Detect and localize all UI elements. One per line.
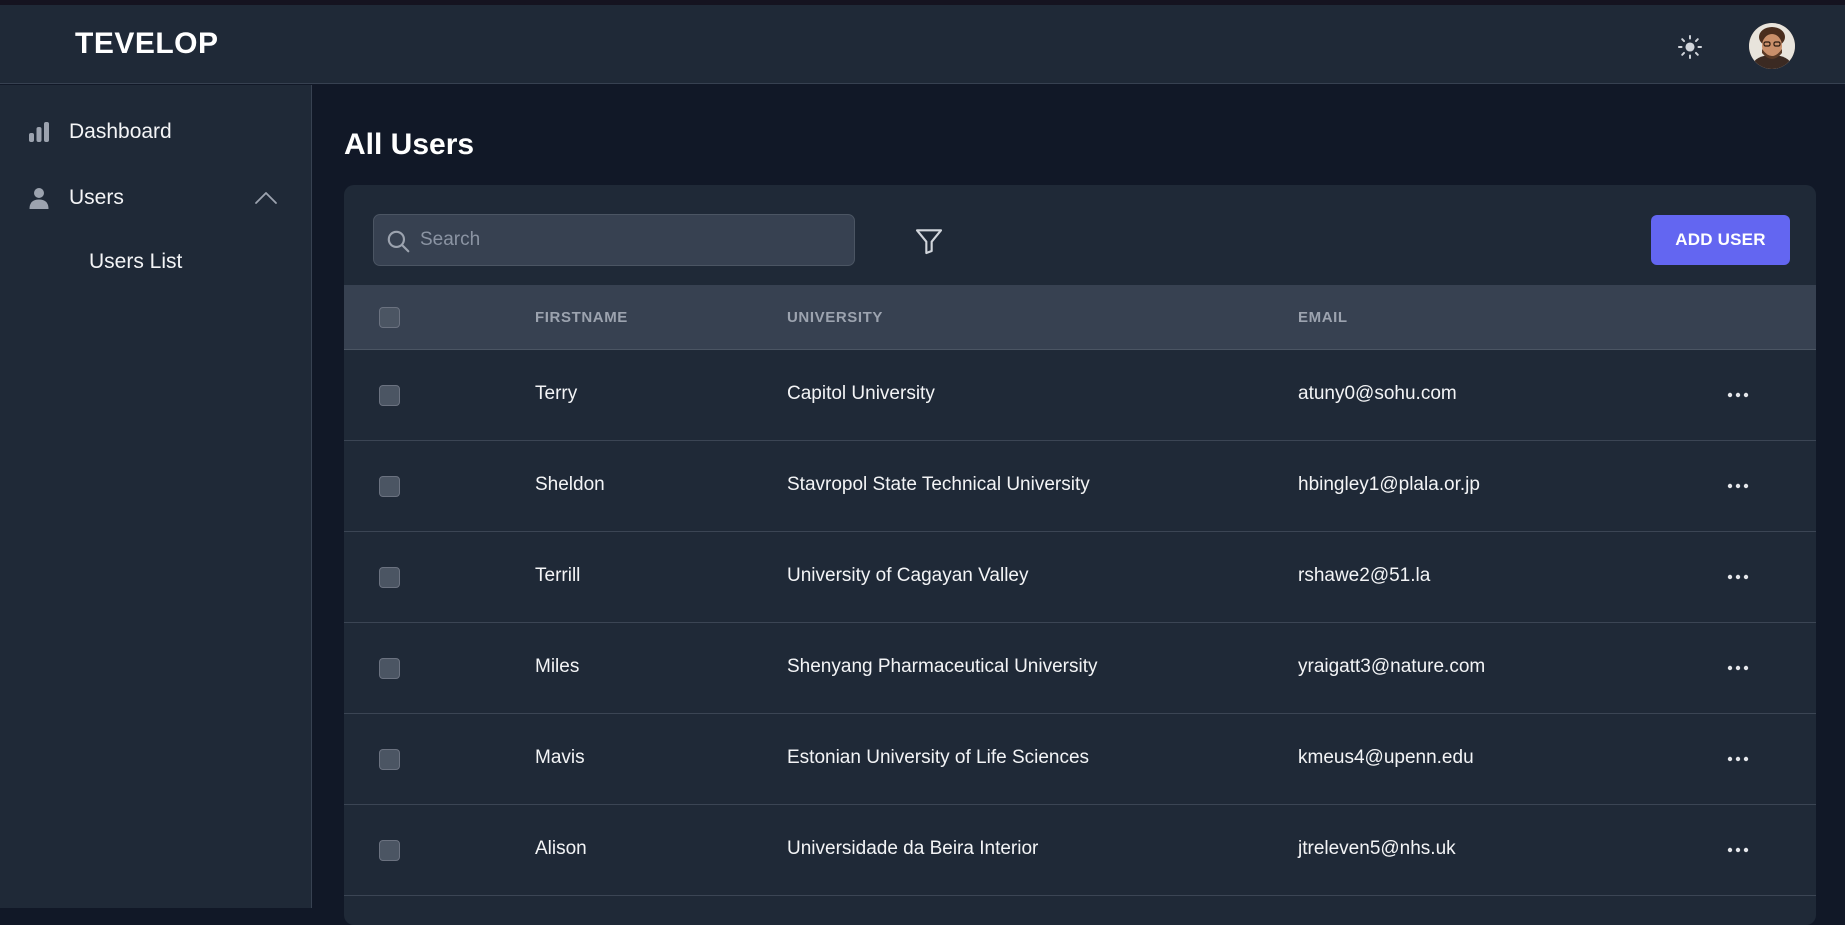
avatar-image [1749,23,1795,69]
sidebar-item-dashboard[interactable]: Dashboard [0,105,311,159]
table-row[interactable]: Terry Capitol University atuny0@sohu.com [344,350,1816,441]
search-icon [387,230,410,253]
main-content: All Users ADD USER FIRSTNAME UNIVERSITY … [313,85,1845,925]
top-header: TEVELOP [0,5,1845,84]
sidebar: Dashboard Users Users List [0,85,312,908]
chevron-up-icon [255,192,277,204]
add-user-button[interactable]: ADD USER [1651,215,1790,265]
cell-university: Capitol University [787,383,935,404]
cell-firstname: Terry [535,383,578,404]
column-header-firstname[interactable]: FIRSTNAME [535,309,628,326]
table-row[interactable]: Mavis Estonian University of Life Scienc… [344,714,1816,805]
filter-icon [915,229,943,255]
cell-university: Universidade da Beira Interior [787,838,1039,859]
page-title: All Users [344,128,475,161]
sidebar-item-label: Dashboard [69,120,172,143]
cell-email: atuny0@sohu.com [1298,383,1457,404]
table-row[interactable]: Sheldon Stavropol State Technical Univer… [344,441,1816,532]
more-actions-icon[interactable] [1723,835,1753,865]
cell-university: Shenyang Pharmaceutical University [787,656,1098,677]
row-checkbox[interactable] [379,476,400,497]
sidebar-item-users[interactable]: Users [0,171,311,225]
theme-toggle-button[interactable] [1676,33,1704,61]
cell-firstname: Sheldon [535,474,605,495]
table-row[interactable]: Terrill University of Cagayan Valley rsh… [344,532,1816,623]
cell-firstname: Alison [535,838,587,859]
more-actions-icon[interactable] [1723,653,1753,683]
cell-email: hbingley1@plala.or.jp [1298,474,1480,495]
user-icon [29,188,49,209]
bar-chart-icon [29,122,49,142]
more-actions-icon[interactable] [1723,380,1753,410]
search-field[interactable] [373,214,855,266]
user-avatar[interactable] [1749,23,1795,69]
filter-button[interactable] [913,225,945,257]
row-checkbox[interactable] [379,658,400,679]
row-checkbox[interactable] [379,749,400,770]
search-input[interactable] [420,215,840,265]
more-actions-icon[interactable] [1723,471,1753,501]
sidebar-item-users-list[interactable]: Users List [0,237,311,287]
column-header-university[interactable]: UNIVERSITY [787,309,883,326]
cell-email: jtreleven5@nhs.uk [1298,838,1456,859]
table-header: FIRSTNAME UNIVERSITY EMAIL [344,285,1816,350]
cell-firstname: Mavis [535,747,585,768]
table-row[interactable]: Miles Shenyang Pharmaceutical University… [344,623,1816,714]
more-actions-icon[interactable] [1723,744,1753,774]
sun-icon [1677,34,1703,60]
cell-university: University of Cagayan Valley [787,565,1029,586]
select-all-checkbox[interactable] [379,307,400,328]
brand-logo[interactable]: TEVELOP [75,27,219,61]
users-card: ADD USER FIRSTNAME UNIVERSITY EMAIL Terr… [344,185,1816,925]
cell-email: yraigatt3@nature.com [1298,656,1486,677]
cell-email: kmeus4@upenn.edu [1298,747,1474,768]
row-checkbox[interactable] [379,385,400,406]
cell-university: Estonian University of Life Sciences [787,747,1090,768]
cell-email: rshawe2@51.la [1298,565,1431,586]
column-header-email[interactable]: EMAIL [1298,309,1348,326]
sidebar-item-label: Users [69,186,124,209]
cell-firstname: Terrill [535,565,581,586]
sidebar-item-label: Users List [89,250,183,273]
cell-firstname: Miles [535,656,580,677]
row-checkbox[interactable] [379,567,400,588]
cell-university: Stavropol State Technical University [787,474,1090,495]
more-actions-icon[interactable] [1723,562,1753,592]
table-row[interactable]: Alison Universidade da Beira Interior jt… [344,805,1816,896]
row-checkbox[interactable] [379,840,400,861]
